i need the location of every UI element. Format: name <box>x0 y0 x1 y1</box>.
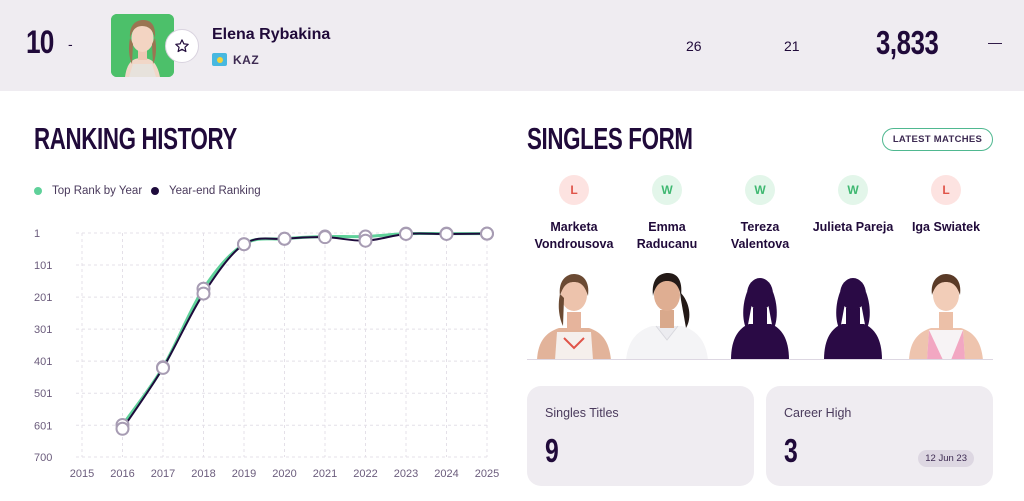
result-badge: W <box>838 175 868 205</box>
x-tick-label: 2018 <box>191 468 215 480</box>
result-badge: W <box>745 175 775 205</box>
singles-titles-label: Singles Titles <box>545 406 619 420</box>
match-card[interactable]: W Julieta Pareja <box>806 175 900 253</box>
favorite-button[interactable] <box>165 29 199 63</box>
opponent-silhouette <box>806 268 900 360</box>
x-tick-label: 2020 <box>272 468 296 480</box>
y-tick-label: 401 <box>34 356 52 368</box>
result-badge: W <box>652 175 682 205</box>
opponent-photo <box>527 268 621 360</box>
opponent-photo <box>899 268 993 360</box>
data-point-1 <box>277 231 292 246</box>
match-card[interactable]: L Iga Swiatek <box>899 175 993 253</box>
kaz-flag-icon <box>212 53 227 66</box>
points-change: — <box>988 34 1002 50</box>
data-point-1 <box>156 360 170 375</box>
rank-number: 10 <box>26 24 54 60</box>
data-point-1 <box>318 230 332 245</box>
data-point-1 <box>439 226 454 241</box>
y-tick-label: 501 <box>34 388 52 400</box>
star-icon <box>175 39 189 53</box>
match-card[interactable]: W Emma Raducanu <box>620 175 714 253</box>
rank-change: - <box>68 36 73 52</box>
data-point-1 <box>480 226 494 241</box>
career-high-label: Career High <box>784 406 852 420</box>
x-tick-label: 2022 <box>353 468 377 480</box>
legend-top-rank: Top Rank by Year <box>34 185 142 197</box>
series-line-1 <box>121 232 488 430</box>
singles-titles-card: Singles Titles 9 <box>527 386 754 486</box>
x-tick-label: 2024 <box>434 468 458 480</box>
legend-dot-top-rank <box>34 187 42 195</box>
form-divider <box>527 359 993 360</box>
legend-dot-year-end <box>151 187 159 195</box>
stat-tournaments: 26 <box>686 38 702 54</box>
x-tick-label: 2021 <box>313 468 337 480</box>
y-tick-label: 700 <box>34 452 52 464</box>
opponent-name: Julieta Pareja <box>812 220 894 234</box>
ranking-history-title: RANKING HISTORY <box>34 121 237 156</box>
singles-form-title: SINGLES FORM <box>527 121 693 156</box>
match-card[interactable]: W Tereza Valentova <box>713 175 807 253</box>
career-high-date: 12 Jun 23 <box>918 450 974 467</box>
player-header-row[interactable]: 10 - Elena Rybakina KAZ 26 21 3,833 — <box>0 0 1024 91</box>
x-tick-label: 2025 <box>475 468 499 480</box>
result-badge: L <box>559 175 589 205</box>
ranking-history-chart[interactable]: 2015 2016 2017 2018 2019 2020 2021 2022 2023 2024… <box>30 215 510 485</box>
legend-year-end: Year-end Ranking <box>151 185 261 197</box>
x-tick-label: 2023 <box>394 468 418 480</box>
opponent-name: Marketa Vondrousova <box>534 220 614 251</box>
match-card[interactable]: L Marketa Vondrousova <box>527 175 621 253</box>
x-tick-label: 2019 <box>232 468 256 480</box>
result-badge: L <box>931 175 961 205</box>
opponent-silhouette <box>713 268 807 360</box>
data-point-1 <box>115 421 130 436</box>
latest-matches-button[interactable]: LATEST MATCHES <box>882 128 993 151</box>
y-tick-label: 601 <box>34 420 52 432</box>
y-tick-label: 101 <box>34 260 52 272</box>
y-tick-label: 201 <box>34 292 52 304</box>
opponent-name: Iga Swiatek <box>911 220 981 234</box>
opponent-photo <box>620 268 714 360</box>
stat-secondary: 21 <box>784 38 800 54</box>
data-point-1 <box>399 226 413 241</box>
data-point-1 <box>358 233 373 248</box>
player-country: KAZ <box>233 53 260 67</box>
opponent-name: Tereza Valentova <box>730 220 790 251</box>
career-high-value: 3 <box>784 432 798 469</box>
opponent-name: Emma Raducanu <box>636 220 698 251</box>
player-name[interactable]: Elena Rybakina <box>212 26 330 44</box>
x-tick-label: 2015 <box>70 468 94 480</box>
x-tick-label: 2017 <box>151 468 175 480</box>
legend-label-year-end: Year-end Ranking <box>169 185 261 197</box>
y-tick-label: 1 <box>34 228 40 240</box>
legend-label-top-rank: Top Rank by Year <box>52 185 143 197</box>
career-high-card: Career High 3 12 Jun 23 <box>766 386 993 486</box>
y-tick-label: 301 <box>34 324 52 336</box>
data-point-1 <box>196 286 211 301</box>
singles-titles-value: 9 <box>545 432 559 469</box>
ranking-points: 3,833 <box>876 24 939 61</box>
x-tick-label: 2016 <box>110 468 134 480</box>
data-point-1 <box>237 237 251 252</box>
